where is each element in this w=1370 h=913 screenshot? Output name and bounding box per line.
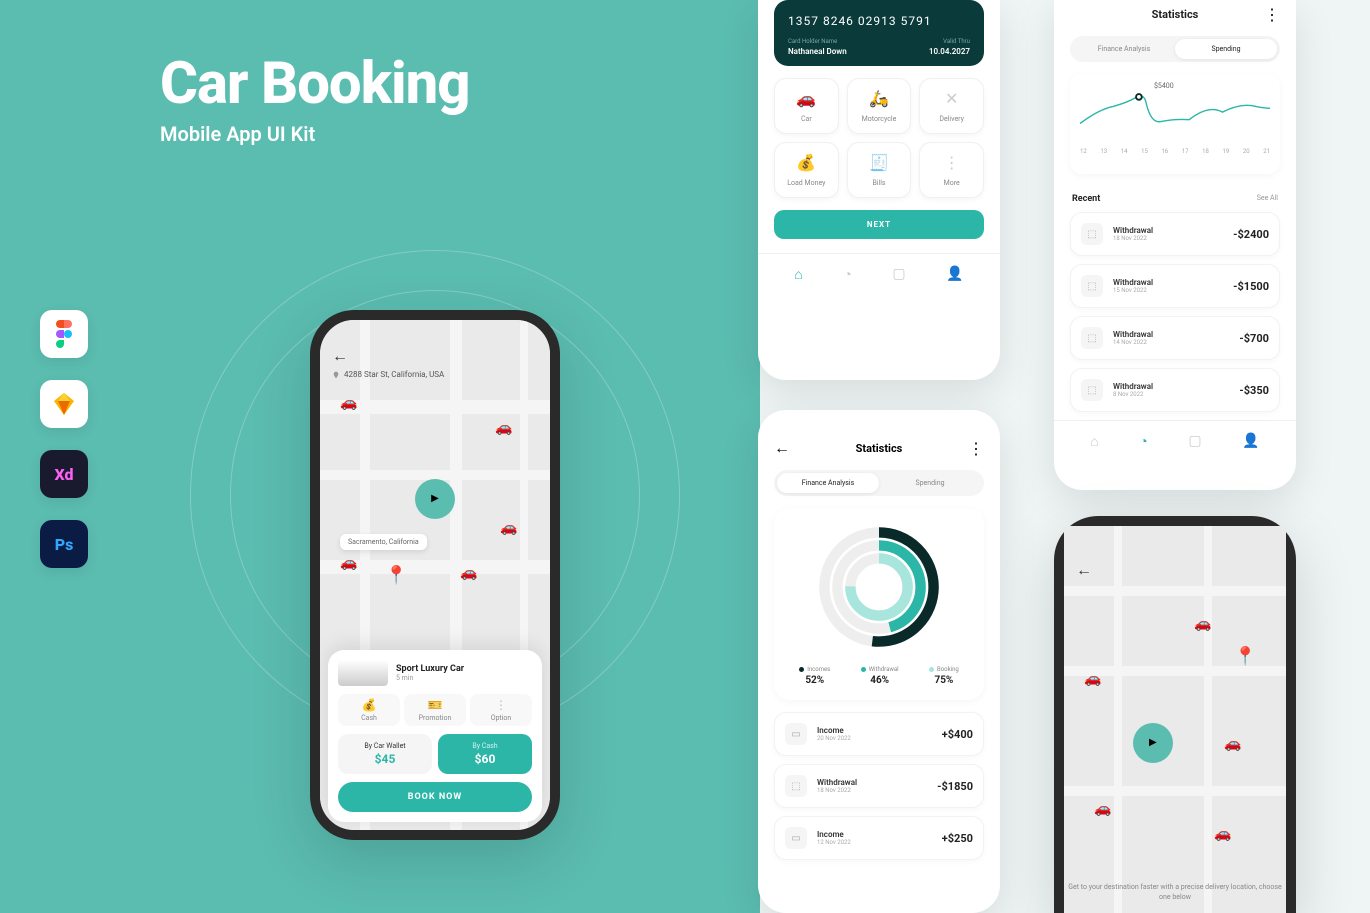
tab-segmented: Finance Analysis Spending: [774, 470, 984, 496]
transaction-row[interactable]: ⬚Withdrawal18 Nov 2022-$1850: [774, 764, 984, 808]
car-marker-icon: 🚗: [1214, 826, 1231, 842]
wallet-price[interactable]: By Car Wallet$45: [338, 734, 432, 774]
transaction-row[interactable]: ▭Income12 Nov 2022+$250: [774, 816, 984, 860]
photoshop-icon: Ps: [40, 520, 88, 568]
subtitle-text: Mobile App UI Kit: [160, 122, 469, 146]
transaction-row[interactable]: ⬚Withdrawal15 Nov 2022-$1500: [1070, 264, 1280, 308]
page-title: Statistics: [1152, 8, 1199, 21]
figma-icon: [40, 310, 88, 358]
current-location-pin[interactable]: [415, 479, 455, 519]
transaction-row[interactable]: ⬚Withdrawal14 Nov 2022-$700: [1070, 316, 1280, 360]
service-delivery[interactable]: ✕Delivery: [919, 78, 984, 134]
donut-chart[interactable]: [814, 522, 944, 652]
income-icon: ▭: [785, 723, 807, 745]
see-all-link[interactable]: See All: [1257, 194, 1278, 204]
car-marker-icon: 🚗: [460, 565, 477, 581]
book-now-button[interactable]: BOOK NOW: [338, 782, 532, 812]
map-background[interactable]: [1064, 526, 1286, 913]
booking-card: Sport Luxury Car 5 min 💰Cash 🎫Promotion …: [328, 650, 542, 822]
car-image: [338, 660, 388, 686]
service-car[interactable]: 🚗Car: [774, 78, 839, 134]
withdrawal-icon: ⬚: [785, 775, 807, 797]
destination-pin-icon[interactable]: 📍: [1234, 646, 1256, 667]
hero-title: Car Booking Mobile App UI Kit: [160, 50, 469, 146]
car-name: Sport Luxury Car: [396, 664, 464, 674]
car-marker-icon: 🚗: [500, 520, 517, 536]
nav-card-icon[interactable]: ▢: [1188, 433, 1201, 450]
service-load-money[interactable]: 💰Load Money: [774, 142, 839, 198]
car-marker-icon: 🚗: [1084, 671, 1101, 687]
transaction-row[interactable]: ⬚Withdrawal8 Nov 2022-$350: [1070, 368, 1280, 412]
withdrawal-icon: ⬚: [1081, 275, 1103, 297]
back-icon[interactable]: ←: [1070, 4, 1086, 24]
promo-text: Get to your destination faster with a pr…: [1064, 883, 1286, 903]
wallet-screen: 1357 8246 02913 5791 Card Holder NameVal…: [758, 0, 1000, 380]
phone-booking-screen: ← 4288 Star St, California, USA 🚗 🚗 🚗 🚗 …: [310, 310, 560, 840]
nav-home-icon[interactable]: ⌂: [794, 266, 802, 283]
spending-chart[interactable]: $5400 12131415161718192021: [1070, 74, 1280, 174]
nav-home-icon[interactable]: ⌂: [1090, 433, 1098, 450]
tab-spending[interactable]: Spending: [1175, 39, 1277, 59]
car-marker-icon: 🚗: [1224, 736, 1241, 752]
car-marker-icon: 🚗: [495, 420, 512, 436]
nav-stats-icon[interactable]: ◔: [843, 266, 851, 283]
more-icon[interactable]: ⋮: [1264, 5, 1280, 24]
address-text: 4288 Star St, California, USA: [344, 370, 444, 379]
credit-card[interactable]: 1357 8246 02913 5791 Card Holder NameVal…: [774, 0, 984, 66]
withdrawal-icon: ⬚: [1081, 379, 1103, 401]
promotion-option[interactable]: 🎫Promotion: [404, 694, 466, 726]
title-text: Car Booking: [160, 50, 469, 118]
current-location-pin[interactable]: [1133, 723, 1173, 763]
address-bar[interactable]: 4288 Star St, California, USA: [332, 370, 538, 379]
tab-segmented: Finance Analysis Spending: [1070, 36, 1280, 62]
transaction-row[interactable]: ⬚Withdrawal18 Nov 2022-$2400: [1070, 212, 1280, 256]
statistics-analysis-screen: ← Statistics ⋮ Finance Analysis Spending…: [758, 410, 1000, 913]
location-label: Sacramento, California: [340, 534, 427, 550]
withdrawal-icon: ⬚: [1081, 223, 1103, 245]
withdrawal-icon: ⬚: [1081, 327, 1103, 349]
nav-card-icon[interactable]: ▢: [892, 266, 905, 283]
donut-chart-card: Incomes52% Withdrawal46% Booking75%: [774, 508, 984, 700]
cash-price[interactable]: By Cash$60: [438, 734, 532, 774]
bottom-nav: ⌂ ◔ ▢ 👤: [758, 253, 1000, 291]
tab-spending[interactable]: Spending: [879, 473, 981, 493]
service-bills[interactable]: 🧾Bills: [847, 142, 912, 198]
back-arrow-icon[interactable]: ←: [332, 346, 348, 366]
bottom-nav: ⌂ ◔ ▢ 👤: [1054, 420, 1296, 458]
income-icon: ▭: [785, 827, 807, 849]
more-icon[interactable]: ⋮: [968, 439, 984, 458]
card-expiry: 10.04.2027: [929, 47, 970, 56]
back-icon[interactable]: ←: [774, 438, 790, 458]
car-eta: 5 min: [396, 674, 464, 682]
chart-peak-value: $5400: [1154, 82, 1174, 90]
car-marker-icon: 🚗: [1094, 801, 1111, 817]
cash-option[interactable]: 💰Cash: [338, 694, 400, 726]
back-arrow-icon[interactable]: ←: [1076, 560, 1092, 580]
map-screen: ← 🚗 🚗 🚗 🚗 🚗 📍 Get to your destination fa…: [1054, 516, 1296, 913]
tool-icons: Xd Ps: [40, 310, 88, 568]
card-number: 1357 8246 02913 5791: [788, 14, 970, 28]
next-button[interactable]: NEXT: [774, 210, 984, 239]
car-marker-icon: 🚗: [1194, 616, 1211, 632]
card-holder: Nathaneal Down: [788, 47, 847, 56]
xd-icon: Xd: [40, 450, 88, 498]
sketch-icon: [40, 380, 88, 428]
nav-profile-icon[interactable]: 👤: [946, 266, 963, 283]
recent-title: Recent: [1072, 194, 1100, 204]
service-more[interactable]: ⋮More: [919, 142, 984, 198]
nav-stats-icon[interactable]: ◔: [1139, 433, 1147, 450]
service-motorcycle[interactable]: 🛵Motorcycle: [847, 78, 912, 134]
page-title: Statistics: [856, 442, 903, 455]
destination-pin-icon[interactable]: 📍: [385, 565, 407, 586]
transaction-row[interactable]: ▭Income20 Nov 2022+$400: [774, 712, 984, 756]
more-option[interactable]: ⋮Option: [470, 694, 532, 726]
nav-profile-icon[interactable]: 👤: [1242, 433, 1259, 450]
car-marker-icon: 🚗: [340, 395, 357, 411]
tab-finance-analysis[interactable]: Finance Analysis: [1073, 39, 1175, 59]
statistics-spending-screen: ← Statistics ⋮ Finance Analysis Spending…: [1054, 0, 1296, 490]
car-marker-icon: 🚗: [340, 555, 357, 571]
tab-finance-analysis[interactable]: Finance Analysis: [777, 473, 879, 493]
